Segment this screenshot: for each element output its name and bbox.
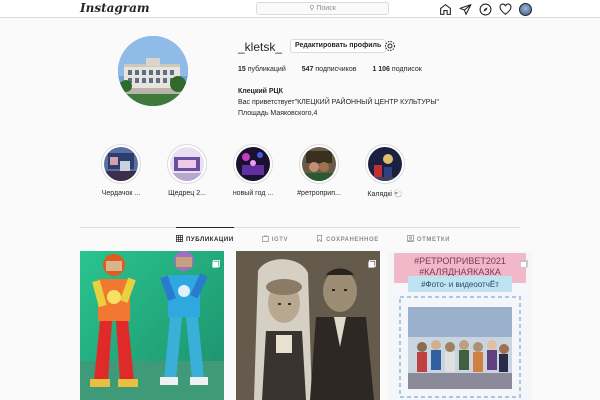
post-text-line: #РЕТРОПРИВЕТ2021	[414, 256, 506, 266]
avatar	[518, 2, 532, 16]
story-highlights: Чердачок ... Щедрец 2... новый год ... #…	[99, 144, 407, 198]
grid-icon	[176, 235, 183, 244]
tab-tagged-label: ОТМЕТКИ	[416, 236, 451, 243]
profile-picture[interactable]	[118, 36, 188, 106]
profile-username: _kletsk_	[238, 40, 283, 54]
tab-igtv[interactable]: IGTV	[261, 235, 289, 244]
posts-count-stat: 15 публикаций	[238, 66, 286, 73]
highlight-ring	[101, 144, 141, 184]
direct-icon[interactable]	[458, 2, 472, 16]
highlight-ring	[233, 144, 273, 184]
following-count: 1 106	[372, 66, 390, 73]
tag-icon	[406, 235, 414, 244]
igtv-icon	[261, 235, 269, 244]
highlight-item[interactable]: #ретроприп...	[297, 144, 341, 198]
highlight-label: новый год ...	[232, 190, 274, 197]
post-thumbnail[interactable]: #РЕТРОПРИВЕТ2021 #КАЛЯДНАЯКАЗКА #Фото- и…	[388, 251, 532, 400]
profile-tabs: ПУБЛИКАЦИИ IGTV СОХРАНЕННОЕ ОТМЕТКИ	[176, 235, 450, 244]
profile-stats: 15 публикаций 547 подписчиков 1 106 подп…	[238, 66, 422, 73]
highlight-cover	[236, 147, 270, 181]
search-placeholder: Поиск	[316, 5, 336, 12]
bio-name: Клецкий РЦК	[238, 88, 283, 95]
highlight-item[interactable]: Чердачок ...	[99, 144, 143, 198]
search-icon: ⚲	[309, 5, 315, 12]
post-text-line: #Фото- и видеоотчЁт	[421, 280, 499, 289]
following-label: подписок	[391, 66, 422, 73]
tab-igtv-label: IGTV	[271, 236, 289, 243]
active-tab-indicator	[176, 227, 234, 228]
home-icon[interactable]	[438, 2, 452, 16]
posts-label: публикаций	[247, 66, 286, 73]
following-stat[interactable]: 1 106 подписок	[372, 66, 421, 73]
highlight-cover	[302, 147, 336, 181]
profile-avatar-icon[interactable]	[518, 2, 532, 16]
post-thumbnail[interactable]	[80, 251, 224, 400]
highlight-item[interactable]: Щедрец 2...	[165, 144, 209, 198]
followers-stat[interactable]: 547 подписчиков	[302, 66, 357, 73]
followers-count: 547	[301, 66, 314, 73]
highlight-label: #ретроприп...	[297, 190, 341, 197]
highlight-item[interactable]: Калядкі 🐑	[363, 144, 407, 198]
profile-bio: Клецкий РЦК Вас приветствует"КЛЕЦКИЙ РАЙ…	[238, 86, 439, 119]
tab-saved-label: СОХРАНЕННОЕ	[326, 236, 379, 243]
explore-icon[interactable]	[478, 2, 492, 16]
activity-heart-icon[interactable]	[498, 2, 512, 16]
followers-label: подписчиков	[315, 66, 357, 73]
highlight-ring	[365, 144, 405, 184]
highlight-ring	[167, 144, 207, 184]
posts-count: 15	[238, 66, 246, 73]
carousel-icon	[212, 255, 220, 268]
highlight-label: Калядкі 🐑	[367, 191, 403, 198]
highlight-cover	[104, 147, 138, 181]
highlight-ring	[299, 144, 339, 184]
tab-tagged[interactable]: ОТМЕТКИ	[406, 235, 451, 244]
tab-saved[interactable]: СОХРАНЕННОЕ	[316, 235, 379, 244]
gear-icon[interactable]	[384, 39, 396, 51]
tab-publications[interactable]: ПУБЛИКАЦИИ	[176, 235, 234, 244]
highlight-label: Щедрец 2...	[168, 190, 206, 197]
bookmark-icon	[316, 235, 323, 244]
post-text-line: #КАЛЯДНАЯКАЗКА	[419, 267, 501, 277]
tab-publications-label: ПУБЛИКАЦИИ	[186, 236, 234, 243]
highlight-cover	[368, 147, 402, 181]
carousel-icon	[520, 255, 528, 268]
highlight-label: Чердачок ...	[101, 190, 141, 197]
tabs-divider	[80, 227, 520, 228]
carousel-icon	[368, 255, 376, 268]
edit-profile-button[interactable]: Редактировать профиль	[290, 39, 387, 53]
top-navigation-bar: Instagram ⚲ Поиск	[0, 0, 600, 18]
highlight-cover	[170, 147, 204, 181]
post-thumbnail[interactable]	[236, 251, 380, 400]
search-input[interactable]: ⚲ Поиск	[256, 2, 389, 15]
bio-address: Площадь Маяковского,4	[238, 110, 318, 117]
highlight-item[interactable]: новый год ...	[231, 144, 275, 198]
instagram-logo[interactable]: Instagram	[80, 1, 150, 15]
bio-line: Вас приветствует"КЛЕЦКИЙ РАЙОННЫЙ ЦЕНТР …	[238, 99, 440, 106]
nav-icons	[438, 2, 532, 16]
